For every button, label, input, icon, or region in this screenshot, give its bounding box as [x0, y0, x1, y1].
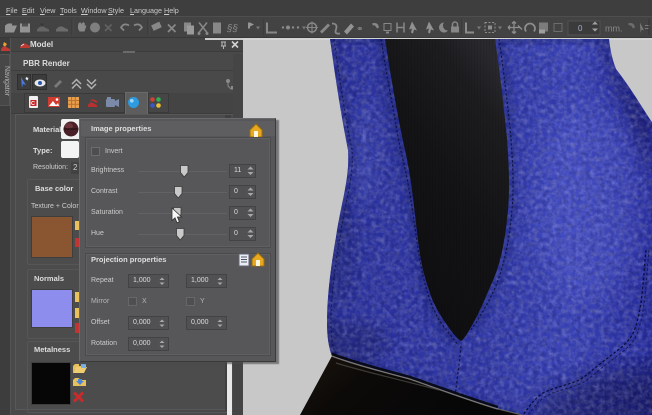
svg-text:§§: §§	[226, 24, 239, 35]
svg-text:0: 0	[578, 24, 583, 33]
svg-text:C: C	[31, 101, 35, 107]
svg-text:mm.: mm.	[605, 24, 623, 34]
svg-text:⚭: ⚭	[356, 24, 364, 34]
